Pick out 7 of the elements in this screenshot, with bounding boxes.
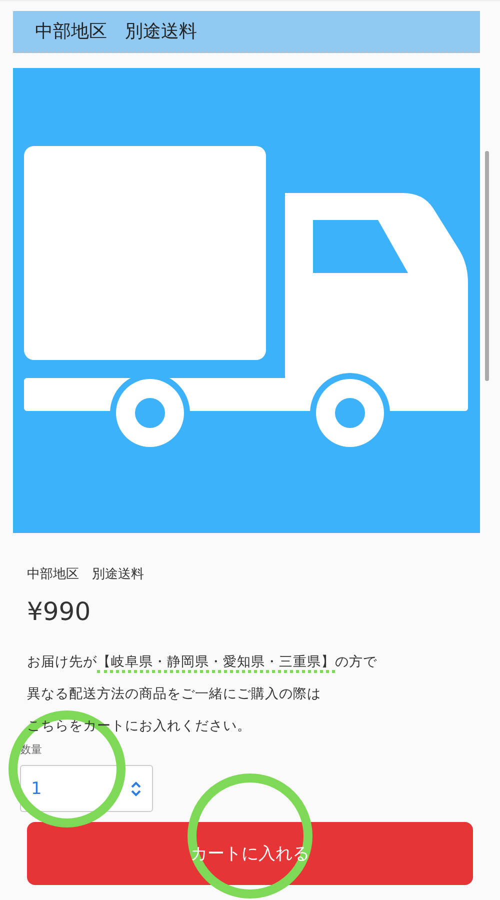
chevron-icon (130, 780, 142, 796)
product-title: 中部地区 別途送料 (27, 566, 145, 583)
notice-text: お届け先が【岐阜県・静岡県・愛知県・三重県】の方で (27, 646, 473, 678)
product-price: ¥990 (27, 597, 92, 626)
notice-text: 異なる配送方法の商品をご一緒にご購入の際は (27, 685, 322, 704)
truck-icon (13, 68, 480, 533)
header-title: 中部地区 別途送料 (35, 20, 197, 43)
